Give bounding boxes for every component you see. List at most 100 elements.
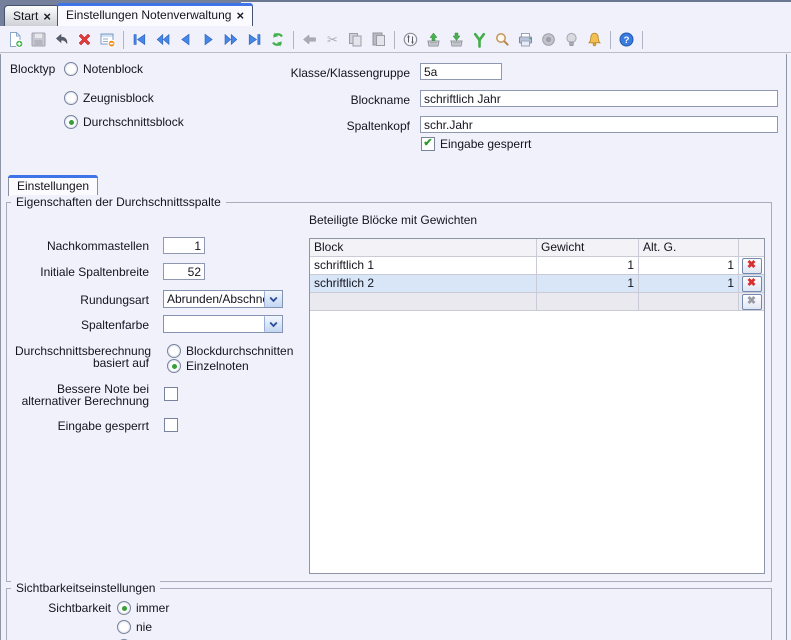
blocktyp-option-zeugnisblock[interactable]: Zeugnisblock (64, 91, 154, 105)
print-icon[interactable] (515, 29, 536, 50)
radio-icon (64, 115, 78, 129)
radio-icon (64, 91, 78, 105)
radio-icon (117, 601, 131, 615)
cell-block[interactable]: schriftlich 2 (310, 275, 537, 293)
delete-row-button[interactable]: ✖ (742, 276, 762, 292)
nav-fast-prev-icon[interactable] (152, 29, 173, 50)
radio-icon (64, 62, 78, 76)
window-right-border (786, 54, 787, 640)
radio-label: Durchschnittsblock (83, 115, 184, 129)
undo-icon[interactable] (51, 29, 72, 50)
cell-actions: ✖ (739, 293, 764, 311)
table-row-1[interactable]: schriftlich 1 1 1 ✖ (310, 257, 764, 275)
eingabe-gesperrt2-checkbox[interactable] (164, 418, 178, 432)
blocktyp-option-durchschnittsblock[interactable]: Durchschnittsblock (64, 115, 184, 129)
delete-row-button[interactable]: ✖ (742, 258, 762, 274)
visibility-group-title: Sichtbarkeitseinstellungen (11, 581, 160, 595)
table-row-empty[interactable]: ✖ (310, 293, 764, 311)
cell-alt-g[interactable]: 1 (639, 257, 739, 275)
paste-icon[interactable] (368, 29, 389, 50)
export-icon[interactable] (446, 29, 467, 50)
cell-alt-g[interactable]: 1 (639, 275, 739, 293)
spaltenfarbe-combobox[interactable] (163, 315, 283, 333)
nav-first-icon[interactable] (129, 29, 150, 50)
column-header-actions (739, 239, 764, 257)
tab-einstellungen-label: Einstellungen Notenverwaltung (66, 8, 231, 22)
window-left-border (0, 54, 1, 640)
nav-last-icon[interactable] (244, 29, 265, 50)
radio-label: Notenblock (83, 62, 143, 76)
search-icon[interactable] (492, 29, 513, 50)
cell-gewicht[interactable] (537, 293, 639, 311)
delete-row-button-disabled[interactable]: ✖ (742, 294, 762, 310)
back-icon[interactable] (299, 29, 320, 50)
radio-label: Einzelnoten (186, 359, 249, 373)
spaltenkopf-label: Spaltenkopf (240, 119, 410, 133)
cut-icon[interactable]: ✂ (322, 29, 343, 50)
sort-icon[interactable] (400, 29, 421, 50)
rundungsart-combobox[interactable]: Abrunden/Abschne (163, 290, 283, 308)
cell-actions: ✖ (739, 275, 764, 293)
spaltenkopf-input[interactable] (420, 116, 778, 133)
refresh-icon[interactable] (267, 29, 288, 50)
delete-record-icon[interactable] (74, 29, 95, 50)
visibility-groupbox: Sichtbarkeitseinstellungen Sichtbarkeit … (6, 588, 772, 640)
radio-label: nie (136, 620, 152, 634)
bessere-note-checkbox[interactable] (164, 387, 178, 401)
sichtbarkeit-label: Sichtbarkeit (15, 602, 111, 615)
delete-x-icon: ✖ (747, 260, 756, 271)
radio-icon (117, 620, 131, 634)
notifications-bell-icon[interactable] (584, 29, 605, 50)
bessere-note-label: Bessere Note bei alternativer Berechnung (15, 383, 149, 407)
cell-block[interactable] (310, 293, 537, 311)
record-icon[interactable] (538, 29, 559, 50)
cell-gewicht[interactable]: 1 (537, 257, 639, 275)
cell-gewicht[interactable]: 1 (537, 275, 639, 293)
save-icon[interactable] (28, 29, 49, 50)
blockname-label: Blockname (240, 93, 410, 107)
spaltenfarbe-dropdown-icon[interactable] (264, 316, 282, 332)
toolbar-separator (293, 31, 294, 49)
blockname-input[interactable] (420, 90, 778, 107)
radio-icon (167, 359, 181, 373)
properties-group-title: Eigenschaften der Durchschnittsspalte (11, 195, 226, 209)
sichtbarkeit-option-nie[interactable]: nie (117, 620, 152, 634)
klasse-input[interactable] (420, 63, 502, 80)
blocktyp-label: Blocktyp (10, 62, 55, 76)
tab-einstellungen-page[interactable]: Einstellungen (8, 175, 98, 196)
import-icon[interactable] (423, 29, 444, 50)
sichtbarkeit-option-immer[interactable]: immer (117, 601, 169, 615)
blocktyp-option-notenblock[interactable]: Notenblock (64, 62, 143, 76)
tab-start-close-icon[interactable]: × (43, 10, 51, 23)
table-empty-area (310, 311, 764, 573)
tab-start-label: Start (13, 9, 38, 23)
hint-bulb-icon[interactable] (561, 29, 582, 50)
nav-prev-icon[interactable] (175, 29, 196, 50)
spaltenbreite-input[interactable] (163, 263, 205, 280)
main-toolbar: ✂ (0, 27, 791, 53)
copy-icon[interactable] (345, 29, 366, 50)
merge-icon[interactable] (469, 29, 490, 50)
cell-alt-g[interactable] (639, 293, 739, 311)
remove-form-icon[interactable] (97, 29, 118, 50)
tab-start[interactable]: Start × (4, 5, 60, 26)
eingabe-gesperrt-checkbox[interactable]: Eingabe gesperrt (421, 137, 531, 151)
berechnung-option-blockdurchschnitten[interactable]: Blockdurchschnitten (167, 344, 293, 358)
column-header-block[interactable]: Block (310, 239, 537, 257)
nav-next-icon[interactable] (198, 29, 219, 50)
column-header-gewicht[interactable]: Gewicht (537, 239, 639, 257)
berechnung-option-einzelnoten[interactable]: Einzelnoten (167, 359, 249, 373)
svg-text:?: ? (624, 35, 630, 46)
new-document-icon[interactable] (5, 29, 26, 50)
rundungsart-dropdown-icon[interactable] (264, 291, 282, 307)
column-header-alt-g[interactable]: Alt. G. (639, 239, 739, 257)
table-row-2[interactable]: schriftlich 2 1 1 ✖ (310, 275, 764, 293)
cell-block[interactable]: schriftlich 1 (310, 257, 537, 275)
nav-fast-next-icon[interactable] (221, 29, 242, 50)
nachkommastellen-input[interactable] (163, 237, 205, 254)
help-icon[interactable]: ? (616, 29, 637, 50)
tab-einstellungen-close-icon[interactable]: × (236, 9, 244, 22)
tab-einstellungen-notenverwaltung[interactable]: Einstellungen Notenverwaltung × (57, 3, 253, 26)
table-header-row: Block Gewicht Alt. G. (310, 239, 764, 257)
properties-groupbox: Eigenschaften der Durchschnittsspalte Na… (6, 202, 772, 582)
